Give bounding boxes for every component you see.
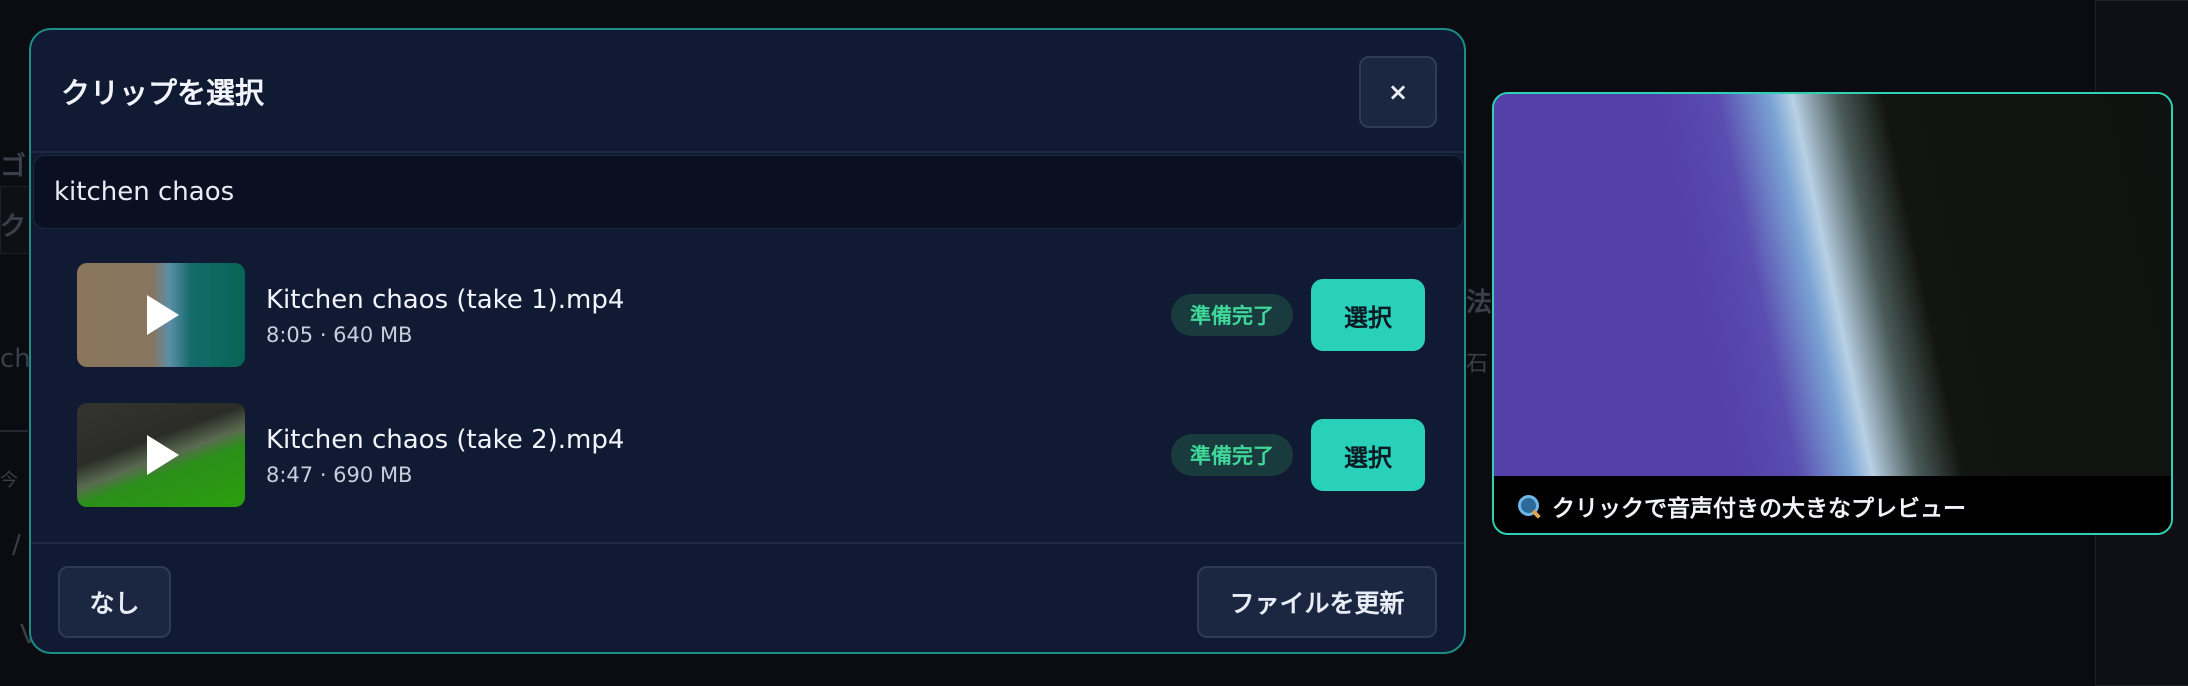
preview-panel[interactable]: クリックで音声付きの大きなプレビュー: [1492, 92, 2173, 535]
background-fragment: 石: [1466, 352, 1489, 377]
clip-meta: 8:05 · 640 MB: [266, 323, 413, 347]
clip-name: Kitchen chaos (take 2).mp4: [266, 425, 625, 455]
close-icon: ×: [1387, 78, 1409, 106]
list-item: Kitchen chaos (take 1).mp4 8:05 · 640 MB…: [77, 263, 1425, 367]
clip-name: Kitchen chaos (take 1).mp4: [266, 285, 625, 315]
none-button[interactable]: なし: [58, 566, 171, 638]
play-icon: [147, 295, 179, 335]
preview-image[interactable]: [1494, 94, 2171, 476]
modal-header: クリップを選択 ×: [31, 30, 1464, 153]
status-badge: 準備完了: [1171, 294, 1293, 336]
background-fragment: /: [12, 530, 21, 560]
preview-caption-text: クリックで音声付きの大きなプレビュー: [1552, 495, 1966, 522]
modal-title: クリップを選択: [61, 76, 265, 110]
background-fragment: 今: [0, 470, 18, 491]
clip-thumbnail[interactable]: [77, 403, 245, 507]
refresh-files-button[interactable]: ファイルを更新: [1197, 566, 1437, 638]
background-divider: [0, 430, 28, 432]
clip-meta: 8:47 · 690 MB: [266, 463, 413, 487]
clip-select-modal: クリップを選択 × Kitchen chaos (take 1).mp4 8:0…: [29, 28, 1466, 654]
close-button[interactable]: ×: [1359, 56, 1437, 128]
list-item: Kitchen chaos (take 2).mp4 8:47 · 690 MB…: [77, 403, 1425, 507]
search-input[interactable]: [33, 155, 1464, 229]
magnifier-icon: [1516, 493, 1542, 519]
select-button[interactable]: 選択: [1311, 279, 1425, 351]
status-badge: 準備完了: [1171, 434, 1293, 476]
modal-footer: なし ファイルを更新: [31, 542, 1464, 652]
preview-caption: クリックで音声付きの大きなプレビュー: [1494, 476, 2171, 533]
clip-thumbnail[interactable]: [77, 263, 245, 367]
background-fragment: ク: [0, 212, 27, 242]
select-button[interactable]: 選択: [1311, 419, 1425, 491]
background-fragment: 法: [1466, 288, 1493, 318]
play-icon: [147, 435, 179, 475]
